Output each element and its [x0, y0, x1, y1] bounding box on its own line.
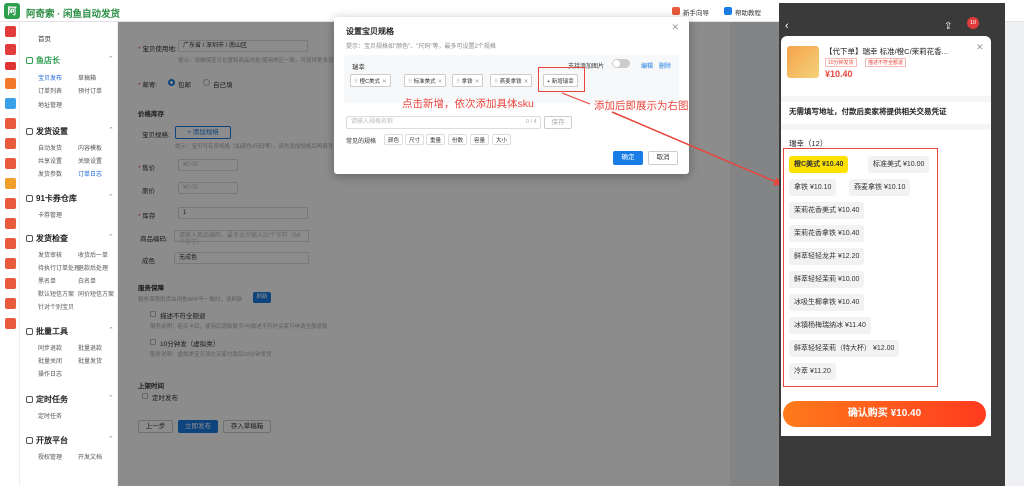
- sku-option[interactable]: 冰镇杨梅瑞纳冰 ¥11.40: [789, 317, 871, 334]
- divider: [781, 96, 991, 102]
- product-title: 【代下单】瑞幸 标准/橙C/茉莉花香...: [825, 47, 948, 56]
- sku-option[interactable]: 冰吸生椰拿铁 ¥10.40: [789, 294, 865, 311]
- arrow-line: [561, 92, 591, 105]
- badge-ship: 10分钟发货: [825, 58, 857, 67]
- notification-badge[interactable]: 10: [967, 17, 979, 29]
- badge-refund: 描述不符全额退: [865, 58, 907, 67]
- sku-option[interactable]: 燕麦拿铁 ¥10.10: [849, 179, 911, 196]
- sku-option[interactable]: 鲜萃轻轻茉莉 ¥10.00: [789, 271, 865, 288]
- sku-option[interactable]: 冷萃 ¥11.20: [789, 363, 836, 380]
- sku-option[interactable]: 标准美式 ¥10.00: [868, 156, 930, 173]
- product-thumbnail: [787, 46, 819, 78]
- share-icon[interactable]: ⇪: [944, 21, 952, 32]
- sku-option[interactable]: 拿铁 ¥10.10: [789, 179, 837, 196]
- sku-option[interactable]: 鲜萃轻轻茉莉（特大杯） ¥12.00: [789, 340, 900, 357]
- sku-option[interactable]: 茉莉花香美式 ¥10.40: [789, 202, 865, 219]
- notice-text: 无需填写地址，付款后卖家将提供相关交易凭证: [789, 107, 947, 116]
- close-icon[interactable]: ✕: [976, 42, 984, 53]
- sku-sheet: 【代下单】瑞幸 标准/橙C/茉莉花香... 10分钟发货 描述不符全额退 ¥10…: [781, 36, 991, 436]
- sku-option[interactable]: 鲜萃轻轻龙井 ¥12.20: [789, 248, 865, 265]
- sku-option[interactable]: 茉莉花香拿铁 ¥10.40: [789, 225, 865, 242]
- product-price: ¥10.40: [825, 69, 853, 79]
- divider: [781, 124, 991, 130]
- confirm-buy-button[interactable]: 确认购买 ¥10.40: [783, 401, 986, 427]
- sku-option[interactable]: 橙C美式 ¥10.40: [789, 156, 849, 173]
- arrow-line: [611, 111, 784, 186]
- back-icon[interactable]: ‹: [785, 20, 789, 32]
